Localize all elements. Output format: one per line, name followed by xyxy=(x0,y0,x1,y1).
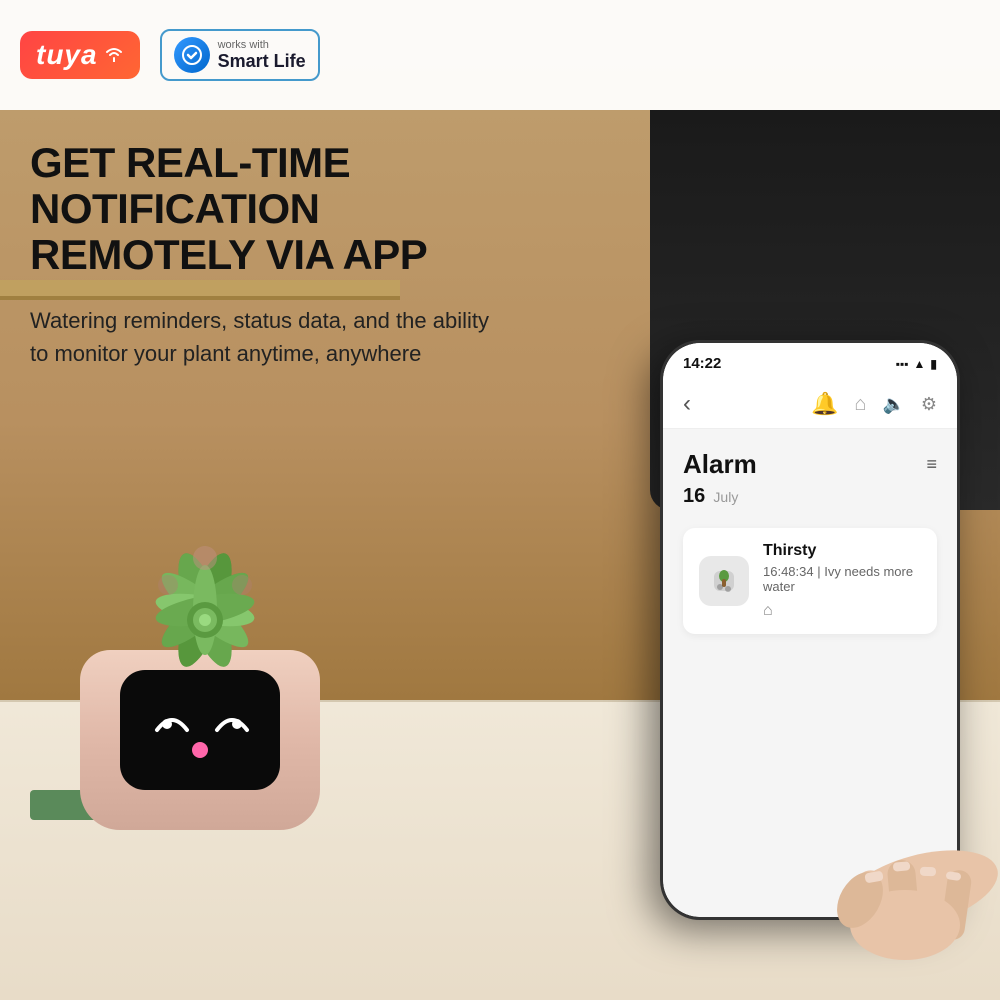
date-number: 16 xyxy=(683,485,705,507)
notification-description: 16:48:34 | Ivy needs more water xyxy=(763,564,921,594)
works-with-label: works with xyxy=(218,39,306,51)
smart-life-label: Smart Life xyxy=(218,51,306,72)
subtext: Watering reminders, status data, and the… xyxy=(30,304,490,370)
status-icons: ▪▪▪ ▲ ▮ xyxy=(896,357,937,371)
settings-icon[interactable]: ⚙ xyxy=(921,394,937,415)
phone-nav-bar: ‹ 🔔 ⌂ 🔈 ⚙ xyxy=(663,380,957,429)
speaker-icon[interactable]: 🔈 xyxy=(882,394,904,415)
tuya-logo: tuya xyxy=(20,31,140,79)
pot-face-display xyxy=(120,670,280,790)
date-label: 16 July xyxy=(683,485,937,508)
hand-svg xyxy=(720,770,1000,970)
back-button[interactable]: ‹ xyxy=(683,390,691,418)
date-month: July xyxy=(713,489,738,505)
left-eye xyxy=(153,702,188,732)
notification-home-icon: ⌂ xyxy=(763,602,921,620)
phone-container: 14:22 ▪▪▪ ▲ ▮ ‹ 🔔 ⌂ 🔈 ⚙ xyxy=(660,340,980,940)
battery-icon: ▮ xyxy=(930,357,937,371)
notification-title: Thirsty xyxy=(763,542,921,560)
filter-icon[interactable]: ≡ xyxy=(926,454,937,475)
bell-icon[interactable]: 🔔 xyxy=(811,391,838,417)
smart-life-icon xyxy=(174,37,210,73)
home-icon[interactable]: ⌂ xyxy=(854,393,866,416)
headline: GET REAL-TIME NOTIFICATION REMOTELY VIA … xyxy=(30,140,530,279)
nav-icons-group: 🔔 ⌂ 🔈 ⚙ xyxy=(811,391,937,417)
notification-text: Thirsty 16:48:34 | Ivy needs more water … xyxy=(763,542,921,620)
eyes-row xyxy=(153,702,248,732)
notification-icon xyxy=(699,556,749,606)
wifi-icon: ▲ xyxy=(914,357,926,371)
alarm-header: Alarm ≡ xyxy=(683,449,937,480)
header-bar: tuya works with Smart Life xyxy=(0,0,1000,110)
phone-status-bar: 14:22 ▪▪▪ ▲ ▮ xyxy=(663,343,957,380)
smart-life-text: works with Smart Life xyxy=(218,39,306,72)
content-overlay: GET REAL-TIME NOTIFICATION REMOTELY VIA … xyxy=(0,110,560,400)
headline-line2: REMOTELY VIA APP xyxy=(30,232,530,278)
headline-line1: GET REAL-TIME NOTIFICATION xyxy=(30,140,530,232)
nose-dot xyxy=(192,742,208,758)
right-eye xyxy=(213,702,248,732)
signal-icon: ▪▪▪ xyxy=(896,357,909,371)
notification-card: Thirsty 16:48:34 | Ivy needs more water … xyxy=(683,528,937,634)
succulent-top xyxy=(100,530,300,670)
tuya-wifi-icon xyxy=(104,46,124,65)
scene: tuya works with Smart Life xyxy=(0,0,1000,1000)
robot-plant-pot xyxy=(80,530,320,830)
alarm-title: Alarm xyxy=(683,449,757,480)
status-time: 14:22 xyxy=(683,355,721,372)
smart-life-badge: works with Smart Life xyxy=(160,29,320,81)
tuya-brand-text: tuya xyxy=(36,39,98,71)
